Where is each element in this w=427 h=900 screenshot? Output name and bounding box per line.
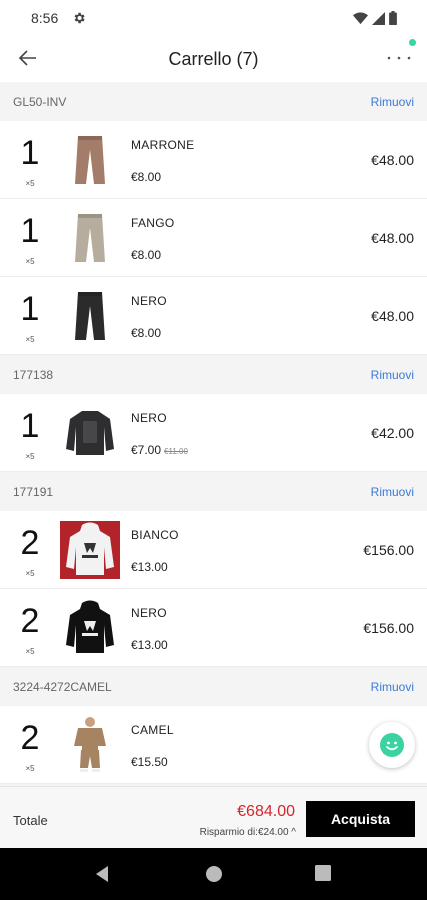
- item-quantity-multiplier: ×5: [25, 335, 35, 344]
- item-variant-name: FANGO: [131, 216, 175, 230]
- page-title: Carrello (7): [168, 49, 259, 69]
- item-variant-name: NERO: [131, 411, 167, 425]
- item-total: €42.00: [371, 425, 414, 441]
- buy-button[interactable]: Acquista: [306, 801, 415, 837]
- item-price: €13.00: [131, 560, 168, 574]
- app-bar: Carrello (7): [0, 36, 427, 82]
- remove-group-link[interactable]: Rimuovi: [371, 485, 414, 499]
- group-header: 177191 Rimuovi: [0, 472, 427, 511]
- item-variant-name: BIANCO: [131, 528, 179, 542]
- item-price: €8.00: [131, 326, 162, 340]
- item-quantity-multiplier: ×5: [25, 179, 35, 188]
- item-quantity-multiplier: ×5: [25, 452, 35, 461]
- pants-icon[interactable]: [60, 287, 120, 345]
- cell-signal-icon: [372, 11, 385, 25]
- item-variant-name: NERO: [131, 294, 167, 308]
- cart-item[interactable]: 1 ×5 MARRONE €8.00 €48.00: [0, 121, 427, 199]
- group-code: 177138: [13, 367, 54, 382]
- pants-icon[interactable]: [60, 209, 120, 267]
- item-quantity-multiplier: ×5: [25, 647, 35, 656]
- item-unit-price: €13.00: [131, 638, 168, 652]
- cart-item[interactable]: 2×5CAMEL€15.50€: [0, 706, 427, 784]
- item-variant-name: MARRONE: [131, 138, 195, 152]
- item-quantity-multiplier: ×5: [25, 569, 35, 578]
- item-total: €48.00: [371, 152, 414, 168]
- item-price: €8.00: [131, 170, 162, 184]
- group-code: GL50-INV: [13, 94, 67, 109]
- cart-item[interactable]: 2 ×5 NERO €13.00 €156.00: [0, 589, 427, 667]
- item-unit-price: €13.00: [131, 560, 168, 574]
- item-quantity-multiplier: ×5: [25, 764, 35, 773]
- item-quantity[interactable]: 1: [10, 407, 50, 445]
- chat-fab-button[interactable]: [369, 722, 415, 768]
- item-total: €156.00: [363, 620, 414, 636]
- settings-gear-icon: [74, 12, 85, 24]
- group-code: 3224-4272CAMEL: [13, 679, 112, 694]
- hoodie-icon[interactable]: [60, 521, 120, 579]
- battery-icon: [389, 11, 397, 25]
- remove-group-link[interactable]: Rimuovi: [371, 680, 414, 694]
- status-bar: 8:56: [0, 0, 427, 36]
- saving-toggle[interactable]: Risparmio di:€24.00 ^: [200, 827, 296, 838]
- item-quantity-multiplier: ×5: [25, 257, 35, 266]
- item-quantity[interactable]: 1: [10, 134, 50, 172]
- item-unit-price: €8.00: [131, 170, 161, 184]
- cart-item[interactable]: 1 ×5 NERO €8.00 €48.00: [0, 277, 427, 355]
- cart-item[interactable]: 1 ×5 NERO €7.00 €11.00 €42.00: [0, 394, 427, 472]
- chat-smile-icon: [380, 733, 404, 757]
- hoodie-icon[interactable]: [60, 599, 120, 657]
- group-header: GL50-INV Rimuovi: [0, 82, 427, 121]
- more-options-icon[interactable]: [386, 54, 412, 62]
- total-value: €684.00: [237, 803, 295, 820]
- item-unit-price: €8.00: [131, 326, 161, 340]
- outfit-icon[interactable]: [60, 716, 120, 774]
- item-quantity[interactable]: 1: [10, 212, 50, 250]
- pants-icon[interactable]: [60, 131, 120, 189]
- sweater-icon[interactable]: [60, 404, 120, 462]
- system-nav-bar: [0, 848, 427, 900]
- cart-item[interactable]: 1 ×5 FANGO €8.00 €48.00: [0, 199, 427, 277]
- nav-back-icon[interactable]: [94, 865, 110, 883]
- item-old-price: €11.00: [164, 447, 188, 456]
- remove-group-link[interactable]: Rimuovi: [371, 95, 414, 109]
- item-price: €7.00: [131, 443, 162, 457]
- nav-home-icon[interactable]: [205, 865, 223, 883]
- total-label: Totale: [13, 813, 48, 828]
- item-price: €13.00: [131, 638, 168, 652]
- notification-dot: [409, 39, 416, 46]
- remove-group-link[interactable]: Rimuovi: [371, 368, 414, 382]
- item-variant-name: NERO: [131, 606, 167, 620]
- group-code: 177191: [13, 484, 54, 499]
- item-price: €8.00: [131, 248, 162, 262]
- item-quantity[interactable]: 2: [10, 602, 50, 640]
- nav-recents-icon[interactable]: [315, 865, 331, 881]
- item-unit-price: €15.50: [131, 755, 168, 769]
- item-total: €48.00: [371, 230, 414, 246]
- wifi-icon: [353, 12, 368, 24]
- status-icons: [353, 11, 397, 25]
- cart-list[interactable]: GL50-INV Rimuovi 1 ×5 MARRONE €8.00 €48.00 1 ×5 F…: [0, 82, 427, 786]
- item-price: €15.50: [131, 755, 168, 769]
- cart-item[interactable]: 2 ×5 BIANCO €13.00 €156.00: [0, 511, 427, 589]
- item-total: €156.00: [363, 542, 414, 558]
- item-total: €48.00: [371, 308, 414, 324]
- item-quantity[interactable]: 2: [10, 524, 50, 562]
- group-header: 3224-4272CAMEL Rimuovi: [0, 667, 427, 706]
- item-quantity[interactable]: 2: [10, 719, 50, 757]
- item-unit-price: €8.00: [131, 248, 161, 262]
- item-unit-price: €7.00 €11.00: [131, 443, 188, 457]
- item-quantity[interactable]: 1: [10, 290, 50, 328]
- checkout-footer: Totale €684.00 Risparmio di:€24.00 ^ Acq…: [0, 786, 427, 848]
- status-time: 8:56: [31, 10, 59, 26]
- item-variant-name: CAMEL: [131, 723, 174, 737]
- group-header: 177138 Rimuovi: [0, 355, 427, 394]
